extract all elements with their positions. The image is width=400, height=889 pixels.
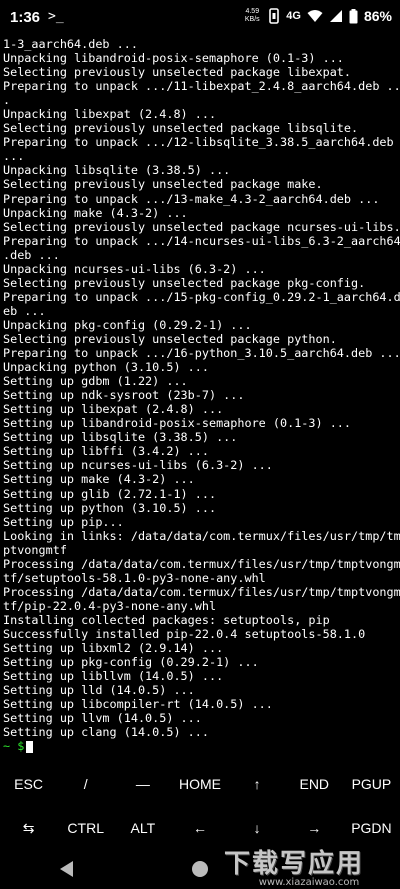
terminal-line: 1-3_aarch64.deb ... [3, 37, 138, 51]
terminal-line: Selecting previously unselected package … [3, 121, 359, 136]
prompt-line[interactable]: ~ $ [3, 739, 400, 753]
terminal-line: Unpacking make (4.3-2) ... [3, 205, 188, 220]
slash-key[interactable]: / [57, 762, 114, 806]
arrow-left-key[interactable]: ← [171, 806, 228, 850]
terminal-line: Selecting previously unselected package … [3, 219, 400, 234]
terminal-line: Unpacking ncurses-ui-libs (6.3-2) ... [3, 261, 266, 276]
network-speed: 4.59 KB/s [242, 8, 262, 24]
terminal-line: Processing /data/data/com.termux/files/u… [3, 556, 400, 571]
back-icon [59, 860, 73, 877]
terminal-line: tf/pip-22.0.4-py3-none-any.whl [3, 598, 217, 613]
terminal-line: Processing /data/data/com.termux/files/u… [3, 584, 400, 599]
status-time: 1:36 [10, 9, 41, 26]
terminal-line: eb ... [3, 303, 46, 318]
page-up-key[interactable]: PGUP [343, 762, 400, 806]
home-button[interactable] [180, 854, 220, 884]
terminal-line: Looking in links: /data/data/com.termux/… [3, 528, 400, 543]
terminal-line: .deb ... [3, 247, 60, 262]
terminal-line: Setting up ncurses-ui-libs (6.3-2) ... [3, 458, 273, 473]
terminal-line: Setting up llvm (14.0.5) ... [3, 711, 202, 726]
terminal-line: . [3, 93, 11, 108]
terminal-line: Setting up clang (14.0.5) ... [3, 725, 209, 740]
status-bar: 1:36 >_ 4.59 KB/s 4G 86% [0, 0, 400, 36]
tab-key[interactable]: ⇆ [0, 806, 57, 850]
terminal-line: Preparing to unpack .../11-libexpat_2.4.… [3, 79, 400, 94]
terminal-line: Selecting previously unselected package … [3, 275, 366, 290]
terminal-line: Unpacking libandroid-posix-semaphore (0.… [3, 51, 344, 66]
home-key[interactable]: HOME [171, 762, 228, 806]
text-cursor [26, 740, 34, 753]
end-key[interactable]: END [286, 762, 343, 806]
wifi-icon [307, 10, 323, 22]
terminal-line: Selecting previously unselected package … [3, 65, 352, 80]
dash-key[interactable]: — [114, 762, 171, 806]
terminal-line: Setting up libandroid-posix-semaphore (0… [3, 416, 352, 431]
home-icon [191, 860, 208, 877]
terminal-line: Successfully installed pip-22.0.4 setupt… [3, 626, 366, 641]
terminal-line: Setting up lld (14.0.5) ... [3, 683, 195, 698]
terminal-line: Preparing to unpack .../16-python_3.10.5… [3, 346, 400, 361]
terminal-line: Setting up libcompiler-rt (14.0.5) ... [3, 697, 273, 712]
terminal-line: Setting up make (4.3-2) ... [3, 472, 195, 487]
terminal-line: tf/setuptools-58.1.0-py3-none-any.whl [3, 570, 266, 585]
network-speed-value: 4.59 [245, 8, 260, 15]
terminal-line: Setting up libxml2 (2.9.14) ... [3, 641, 224, 656]
battery-percent: 86% [363, 8, 392, 24]
terminal-line: ptvongmtf [3, 542, 67, 557]
terminal-line: Unpacking libexpat (2.4.8) ... [3, 107, 217, 122]
terminal-line: Setting up libffi (3.4.2) ... [3, 444, 209, 459]
terminal-line: Selecting previously unselected package … [3, 177, 323, 192]
ctrl-key[interactable]: CTRL [57, 806, 114, 850]
terminal-line: Unpacking pkg-config (0.29.2-1) ... [3, 317, 252, 332]
status-icons: 4.59 KB/s 4G 86% [242, 8, 392, 24]
terminal-line: Setting up python (3.10.5) ... [3, 500, 217, 515]
extra-keys-row-1: ESC / — HOME ↑ END PGUP [0, 762, 400, 806]
terminal-line: ... [3, 149, 25, 164]
terminal-line: Setting up libllvm (14.0.5) ... [3, 669, 224, 684]
terminal-line: Installing collected packages: setuptool… [3, 612, 330, 627]
network-type: 4G [286, 10, 301, 22]
terminal-line: Setting up pkg-config (0.29.2-1) ... [3, 655, 259, 670]
terminal-line: Setting up ndk-sysroot (23b-7) ... [3, 388, 245, 403]
terminal-line: Preparing to unpack .../15-pkg-config_0.… [3, 289, 400, 304]
watermark-logo: 下载写应用 www.xiazaiwao.com [224, 843, 394, 888]
terminal-line: Preparing to unpack .../12-libsqlite_3.3… [3, 135, 394, 150]
back-button[interactable] [47, 854, 87, 884]
arrow-up-key[interactable]: ↑ [229, 762, 286, 806]
terminal-line: Setting up gdbm (1.22) ... [3, 374, 188, 389]
alt-key[interactable]: ALT [114, 806, 171, 850]
terminal-line: Setting up glib (2.72.1-1) ... [3, 486, 217, 501]
terminal-line: Preparing to unpack .../14-ncurses-ui-li… [3, 233, 400, 248]
terminal-line: Setting up libsqlite (3.38.5) ... [3, 430, 238, 445]
terminal-line: Unpacking libsqlite (3.38.5) ... [3, 163, 231, 178]
extra-keys-bar: ESC / — HOME ↑ END PGUP ⇆ CTRL ALT ← ↓ → PGDN [0, 762, 400, 850]
battery-icon [349, 8, 358, 23]
terminal-line: Selecting previously unselected package … [3, 331, 337, 346]
terminal-line: Setting up pip... [3, 514, 124, 529]
shell-prompt: ~ $ [3, 739, 25, 754]
terminal-output[interactable]: 1-3_aarch64.deb ... Unpacking libandroid-… [3, 37, 400, 755]
terminal-line: Setting up libexpat (2.4.8) ... [3, 402, 224, 417]
termux-notification-icon: >_ [48, 9, 64, 24]
watermark-title: 下载写应用 [224, 849, 365, 879]
esc-key[interactable]: ESC [0, 762, 57, 806]
vibrate-icon [269, 8, 280, 24]
terminal-line: Unpacking python (3.10.5) ... [3, 360, 209, 375]
signal-icon [329, 10, 342, 22]
network-speed-unit: KB/s [244, 16, 260, 23]
terminal-line: Preparing to unpack .../13-make_4.3-2_aa… [3, 191, 380, 206]
